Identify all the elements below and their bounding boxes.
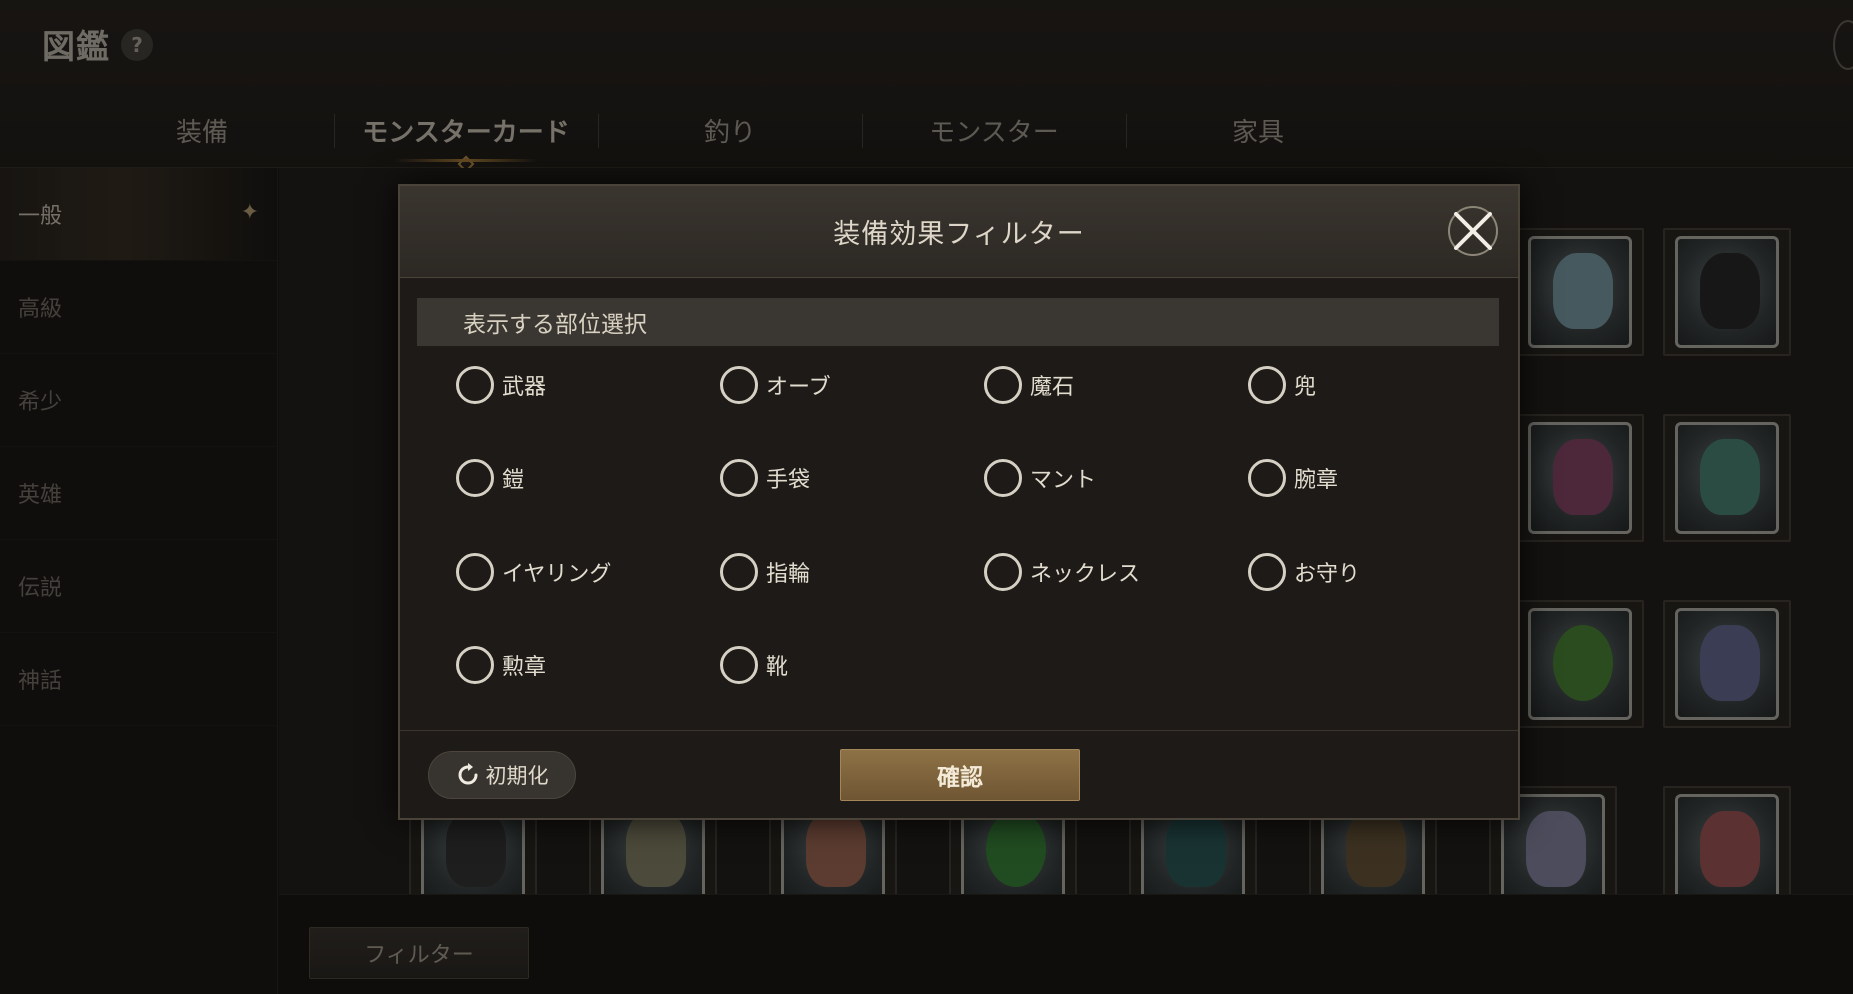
option-armband[interactable]: 腕章 [1248,457,1338,499]
option-weapon[interactable]: 武器 [456,364,546,406]
radio-button[interactable] [720,366,758,404]
radio-button[interactable] [456,366,494,404]
radio-button[interactable] [984,459,1022,497]
option-label: ネックレス [1030,562,1141,587]
option-label: 腕章 [1294,468,1339,493]
equipment-effect-filter-modal: 装備効果フィルター 表示する部位選択 武器 オーブ 魔石 兜 鎧 手袋 マント … [398,184,1520,820]
radio-button[interactable] [720,553,758,591]
modal-footer: 初期化 確認 [400,730,1518,818]
modal-header: 装備効果フィルター [400,186,1518,278]
refresh-icon [458,763,477,785]
option-label: イヤリング [502,562,612,587]
option-label: オーブ [766,375,831,400]
radio-button[interactable] [984,553,1022,591]
radio-button[interactable] [1248,459,1286,497]
option-earring[interactable]: イヤリング [456,551,611,593]
option-label: 魔石 [1030,375,1075,400]
slot-options: 武器 オーブ 魔石 兜 鎧 手袋 マント 腕章 イヤリング 指輪 ネックレス お… [456,364,1496,734]
section-header: 表示する部位選択 [417,298,1499,346]
option-magic-stone[interactable]: 魔石 [984,364,1074,406]
option-label: マント [1030,468,1097,493]
option-cloak[interactable]: マント [984,457,1096,499]
radio-button[interactable] [720,459,758,497]
section-title: 表示する部位選択 [463,312,647,338]
radio-button[interactable] [1248,366,1286,404]
radio-button[interactable] [456,646,494,684]
option-helmet[interactable]: 兜 [1248,364,1316,406]
option-medal[interactable]: 勲章 [456,644,546,686]
reset-button[interactable]: 初期化 [428,751,576,799]
option-boots[interactable]: 靴 [720,644,788,686]
option-label: 武器 [502,375,547,400]
radio-button[interactable] [456,553,494,591]
option-label: 勲章 [502,655,547,680]
radio-button[interactable] [984,366,1022,404]
option-label: 指輪 [766,562,811,587]
option-label: 鎧 [502,468,525,493]
radio-button[interactable] [720,646,758,684]
option-label: お守り [1294,562,1361,587]
option-ring[interactable]: 指輪 [720,551,810,593]
option-orb[interactable]: オーブ [720,364,831,406]
modal-title: 装備効果フィルター [833,219,1085,250]
option-necklace[interactable]: ネックレス [984,551,1140,593]
option-charm[interactable]: お守り [1248,551,1360,593]
close-icon[interactable] [1446,204,1500,258]
option-gloves[interactable]: 手袋 [720,457,810,499]
option-label: 靴 [766,655,789,680]
confirm-button[interactable]: 確認 [840,749,1080,801]
radio-button[interactable] [1248,553,1286,591]
reset-label: 初期化 [485,764,549,788]
radio-button[interactable] [456,459,494,497]
option-label: 兜 [1294,375,1317,400]
option-label: 手袋 [766,468,811,493]
option-armor[interactable]: 鎧 [456,457,524,499]
